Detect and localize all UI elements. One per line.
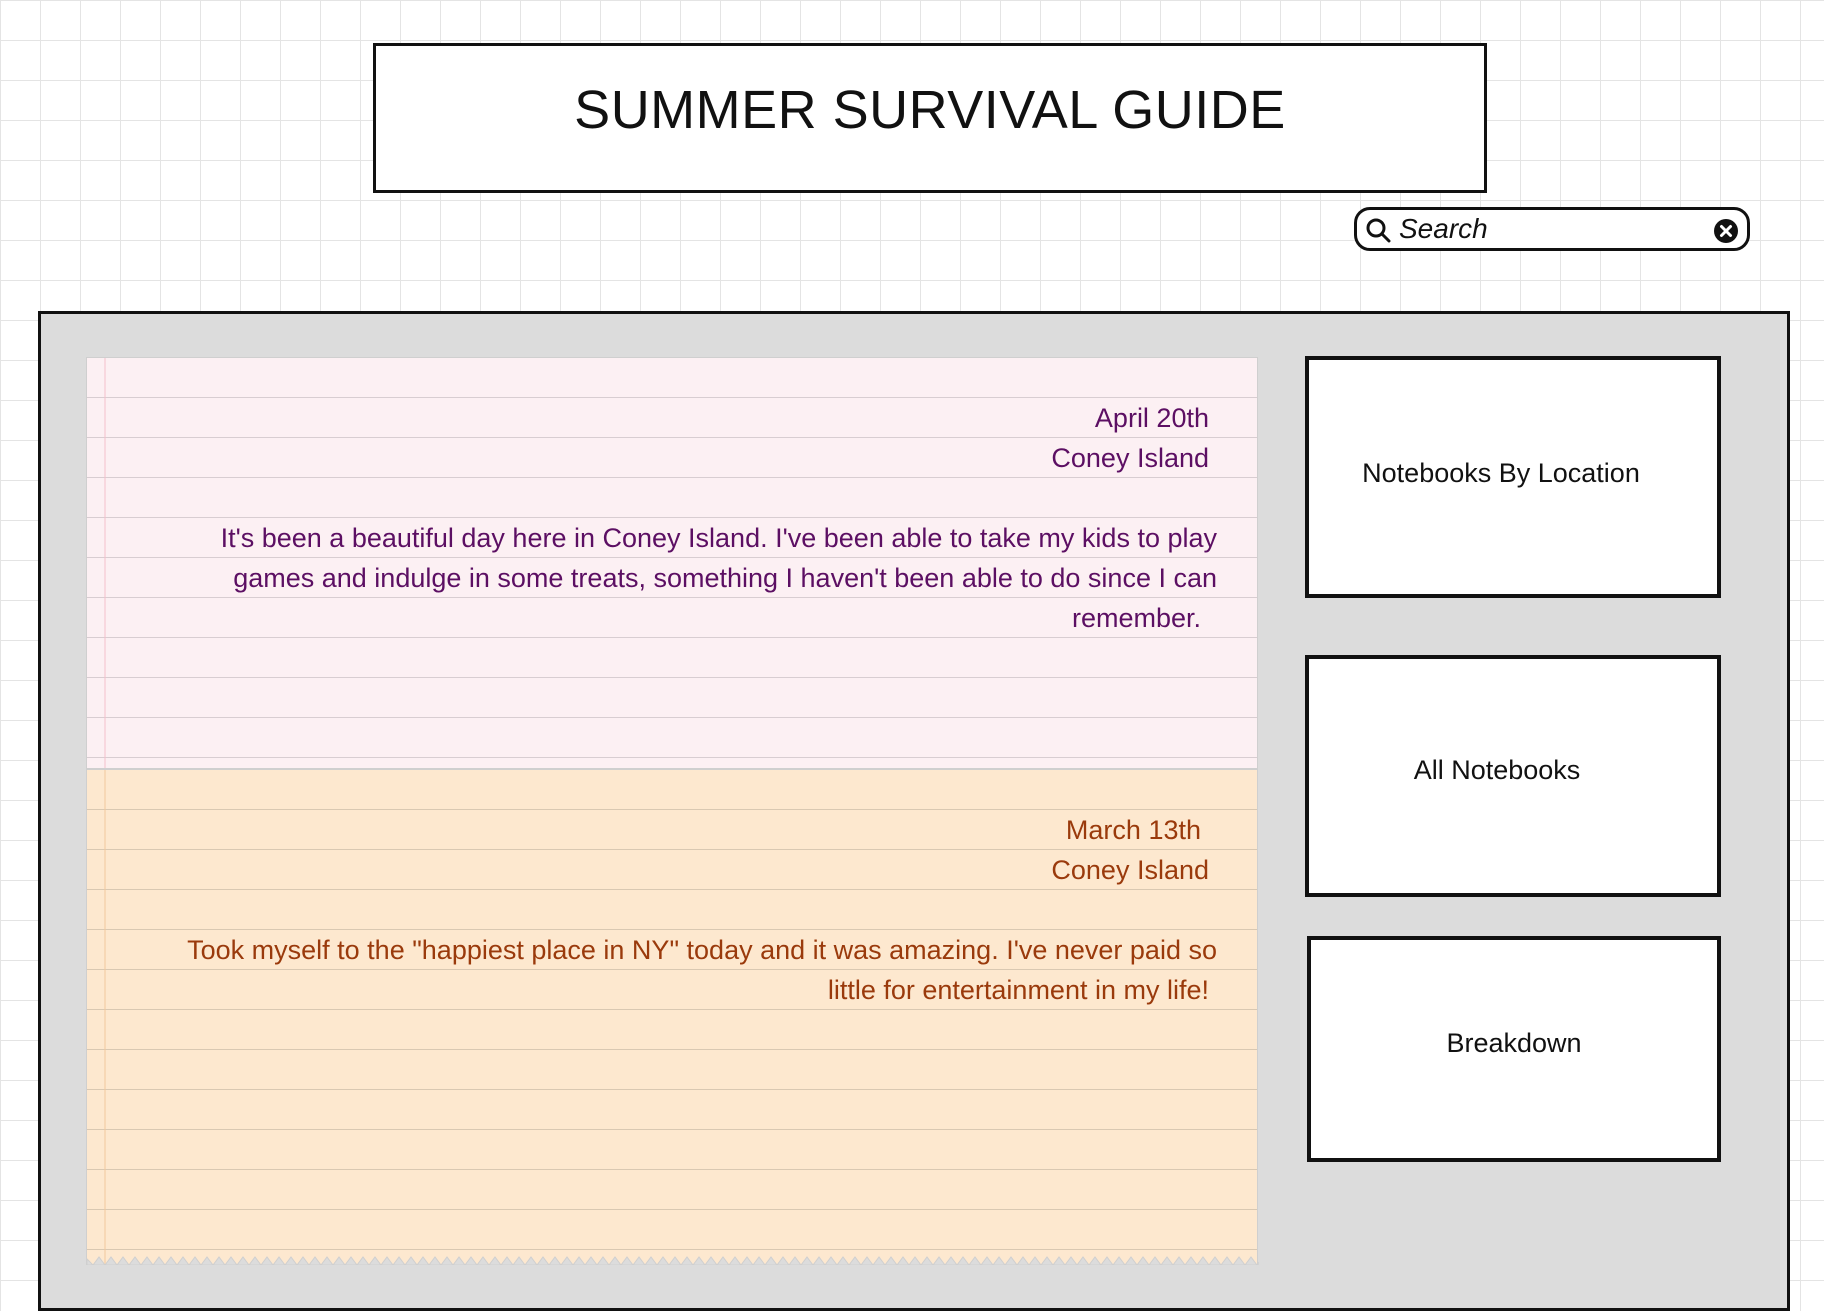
note-card[interactable]: April 20th Coney Island It's been a beau… [86, 357, 1258, 769]
main-panel: April 20th Coney Island It's been a beau… [38, 311, 1790, 1311]
note-body-line: little for entertainment in my life! [827, 975, 1209, 1005]
search-icon [1366, 218, 1391, 243]
page-title: SUMMER SURVIVAL GUIDE [574, 80, 1286, 140]
breakdown-button[interactable]: Breakdown [1307, 936, 1721, 1162]
all-notebooks-label: All Notebooks [1413, 754, 1581, 785]
note-card[interactable]: March 13th Coney Island Took myself to t… [86, 769, 1259, 1265]
search-input[interactable] [1399, 213, 1699, 245]
notes-list: April 20th Coney Island It's been a beau… [86, 357, 1259, 1265]
search-bar[interactable] [1354, 207, 1750, 251]
torn-edge [87, 1256, 1259, 1265]
note-location: Coney Island [1051, 855, 1209, 885]
note-date: March 13th [1065, 815, 1201, 845]
note-location: Coney Island [1051, 443, 1209, 473]
note-body: It's been a beautiful day here in Coney … [157, 518, 1217, 638]
clear-search-icon[interactable] [1713, 218, 1739, 244]
notebooks-by-location-label: Notebooks By Location [1362, 457, 1640, 488]
notebooks-by-location-button[interactable]: Notebooks By Location [1305, 356, 1721, 598]
note-body-line: games and indulge in some treats, someth… [233, 563, 1217, 593]
note-body: Took myself to the "happiest place in NY… [157, 930, 1217, 1010]
breakdown-label: Breakdown [1446, 1027, 1582, 1058]
note-body-line: remember. [1071, 603, 1201, 633]
note-date: April 20th [1094, 403, 1209, 433]
all-notebooks-button[interactable]: All Notebooks [1305, 655, 1721, 897]
note-body-line: It's been a beautiful day here in Coney … [220, 523, 1217, 553]
note-body-line: Took myself to the "happiest place in NY… [187, 935, 1217, 965]
page-title-box: SUMMER SURVIVAL GUIDE [373, 43, 1487, 193]
